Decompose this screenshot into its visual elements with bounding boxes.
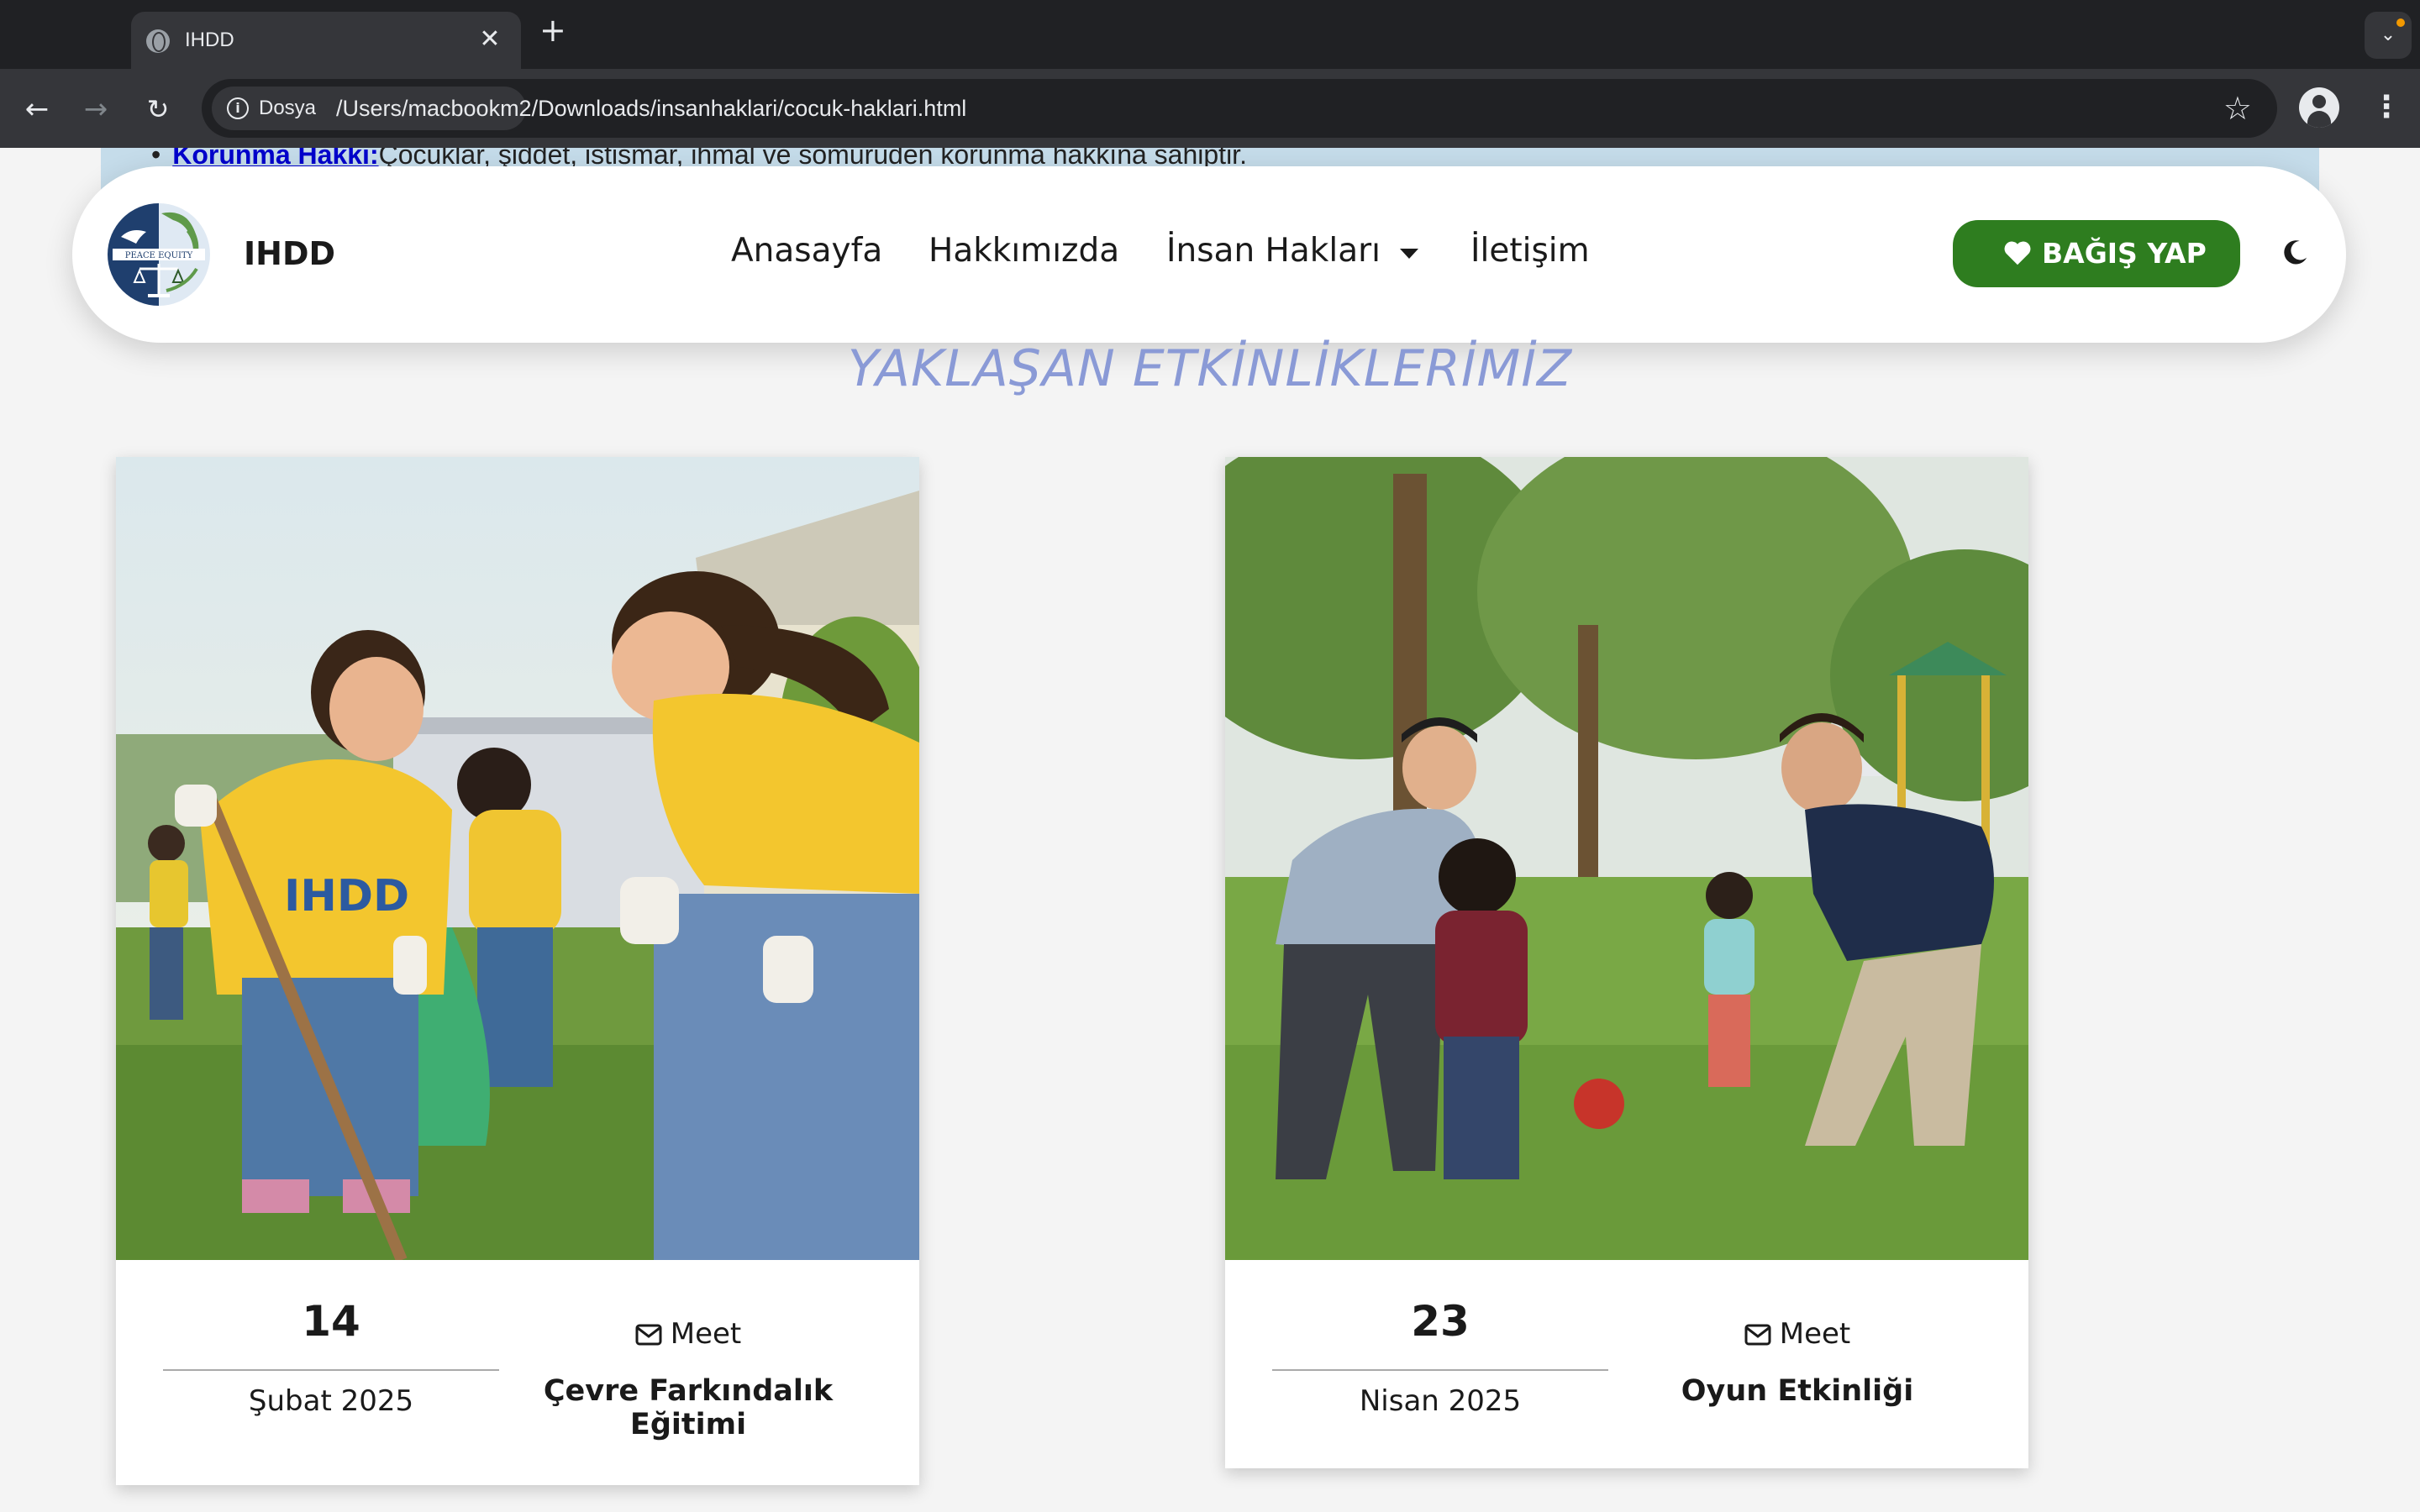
close-icon[interactable]: ✕ [476, 25, 504, 54]
children-cleaning-park-photo: IHDD [116, 457, 919, 1260]
plus-icon[interactable]: + [539, 13, 566, 47]
browser-toolbar: ← → ↻ i Dosya /Users/macbookm2/Downloads… [0, 69, 2420, 148]
globe-icon [146, 29, 170, 53]
donate-label: BAĞIŞ YAP [2042, 237, 2207, 270]
nav-link-insan-haklari[interactable]: İnsan Hakları [1166, 232, 1381, 270]
reload-icon[interactable]: ↻ [138, 89, 178, 129]
browser-tab[interactable]: IHDD ✕ [131, 12, 521, 69]
nav-link-iletisim[interactable]: İletişim [1470, 232, 1590, 270]
date-divider [163, 1369, 499, 1371]
event-title[interactable]: Çevre Farkındalık Eğitimi [499, 1374, 877, 1441]
section-title: YAKLAŞAN ETKİNLİKLERİMİZ [847, 339, 1573, 398]
envelope-icon [635, 1324, 662, 1346]
star-icon[interactable]: ☆ [2223, 89, 2252, 128]
kebab-menu-icon[interactable]: ⋮ [2371, 87, 2402, 128]
site-navbar: PEACE EQUITY IHDD Anasayfa Hakkımızda İn… [72, 166, 2346, 343]
chevron-down-icon[interactable] [1400, 249, 1418, 259]
date-divider [1272, 1369, 1608, 1371]
heart-icon [2004, 241, 2031, 265]
logo[interactable]: PEACE EQUITY [106, 202, 212, 307]
event-month-year: Şubat 2025 [248, 1384, 414, 1418]
donate-button[interactable]: BAĞIŞ YAP [1953, 220, 2240, 287]
event-card[interactable]: 23 Nisan 2025 Meet Oyun Etkinliği [1225, 457, 2028, 1468]
platform-label: Meet [1779, 1317, 1851, 1351]
event-title[interactable]: Oyun Etkinliği [1608, 1374, 1986, 1408]
url-text[interactable]: /Users/macbookm2/Downloads/insanhaklari/… [336, 96, 966, 122]
profile-icon[interactable] [2299, 87, 2339, 128]
nav-link-anasayfa[interactable]: Anasayfa [731, 232, 882, 270]
event-day: 14 [302, 1297, 360, 1346]
page-viewport: • Korunma Hakkı:Çocuklar, şiddet, istisma… [0, 148, 2420, 1512]
notification-dot [2396, 18, 2405, 27]
moon-icon[interactable] [2281, 239, 2309, 267]
event-day: 23 [1411, 1297, 1470, 1346]
nav-link-hakkimizda[interactable]: Hakkımızda [929, 232, 1119, 270]
site-label: Dosya [259, 97, 317, 119]
address-bar[interactable]: i Dosya /Users/macbookm2/Downloads/insan… [202, 79, 2277, 138]
browser-tab-strip: IHDD ✕ + ⌄ [0, 0, 2420, 69]
event-month-year: Nisan 2025 [1359, 1384, 1522, 1418]
event-card[interactable]: IHDD 14 Şubat 2025 Meet Çevre Farkındalı… [116, 457, 919, 1485]
info-icon: i [227, 97, 249, 119]
platform-label: Meet [670, 1317, 742, 1351]
chevron-down-icon[interactable]: ⌄ [2365, 12, 2412, 59]
forward-arrow-icon[interactable]: → [76, 89, 116, 129]
tab-title: IHDD [185, 29, 234, 51]
fathers-playing-with-kids-photo [1225, 457, 2028, 1260]
envelope-icon [1744, 1324, 1771, 1346]
back-arrow-icon[interactable]: ← [17, 89, 57, 129]
event-platform[interactable]: Meet [1608, 1317, 1986, 1351]
shirt-text: IHDD [284, 871, 409, 921]
logo-text: PEACE EQUITY [125, 251, 193, 260]
brand-name[interactable]: IHDD [244, 235, 335, 272]
event-platform[interactable]: Meet [499, 1317, 877, 1351]
